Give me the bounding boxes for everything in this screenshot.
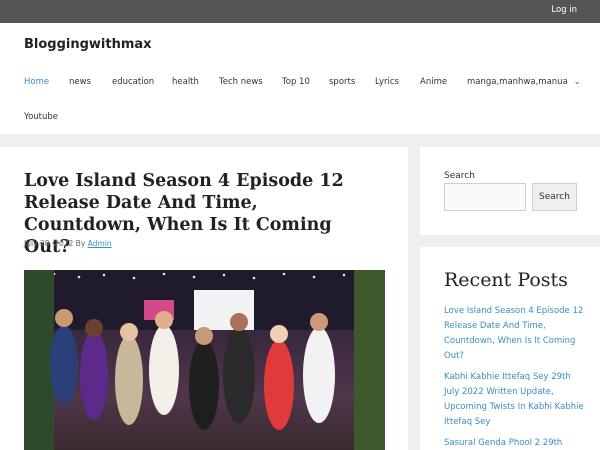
recent-posts-title: Recent Posts	[444, 269, 568, 291]
nav-item-news[interactable]: news	[69, 77, 91, 87]
recent-post-link[interactable]: Love Island Season 4 Episode 12 Release …	[444, 304, 584, 364]
search-input[interactable]	[444, 183, 526, 211]
recent-posts-widget: Recent Posts Love Island Season 4 Episod…	[420, 247, 600, 450]
nav-item-education[interactable]: education	[112, 77, 154, 87]
nav-item-manga-label: manga,manhwa,manua	[467, 77, 568, 87]
recent-post-link[interactable]: Sasural Genda Phool 2 29th	[444, 436, 584, 450]
login-link[interactable]: Log in	[551, 5, 577, 15]
featured-image-art	[24, 270, 385, 450]
nav-item-lyrics[interactable]: Lyrics	[375, 77, 399, 87]
top-bar: Log in	[0, 0, 600, 23]
recent-posts-list: Love Island Season 4 Episode 12 Release …	[444, 304, 584, 450]
recent-post-link[interactable]: Kabhi Kabhie Ittefaq Sey 29th July 2022 …	[444, 370, 584, 430]
chevron-down-icon: ⌄	[573, 77, 581, 86]
article-meta: July 28, 2022 By Admin	[24, 239, 112, 248]
main-nav: Home news education health Tech news Top…	[0, 23, 600, 134]
site-header: Bloggingwithmax Home news education heal…	[0, 23, 600, 134]
article-date: July 28, 2022	[24, 239, 74, 248]
search-label: Search	[444, 171, 475, 181]
search-button[interactable]: Search	[532, 183, 577, 211]
nav-item-anime[interactable]: Anime	[420, 77, 447, 87]
article-author-link[interactable]: Admin	[88, 239, 112, 248]
nav-item-top-10[interactable]: Top 10	[282, 77, 310, 87]
nav-item-sports[interactable]: sports	[329, 77, 355, 87]
search-widget: Search Search	[420, 147, 600, 235]
nav-item-youtube[interactable]: Youtube	[24, 112, 58, 122]
article-container: Love Island Season 4 Episode 12 Release …	[0, 147, 408, 450]
featured-image	[24, 270, 385, 450]
nav-item-tech-news[interactable]: Tech news	[219, 77, 263, 87]
nav-item-health[interactable]: health	[172, 77, 199, 87]
nav-item-home[interactable]: Home	[24, 77, 49, 87]
nav-item-manga[interactable]: manga,manhwa,manua ⌄	[467, 77, 580, 87]
article-by: By	[75, 239, 86, 248]
